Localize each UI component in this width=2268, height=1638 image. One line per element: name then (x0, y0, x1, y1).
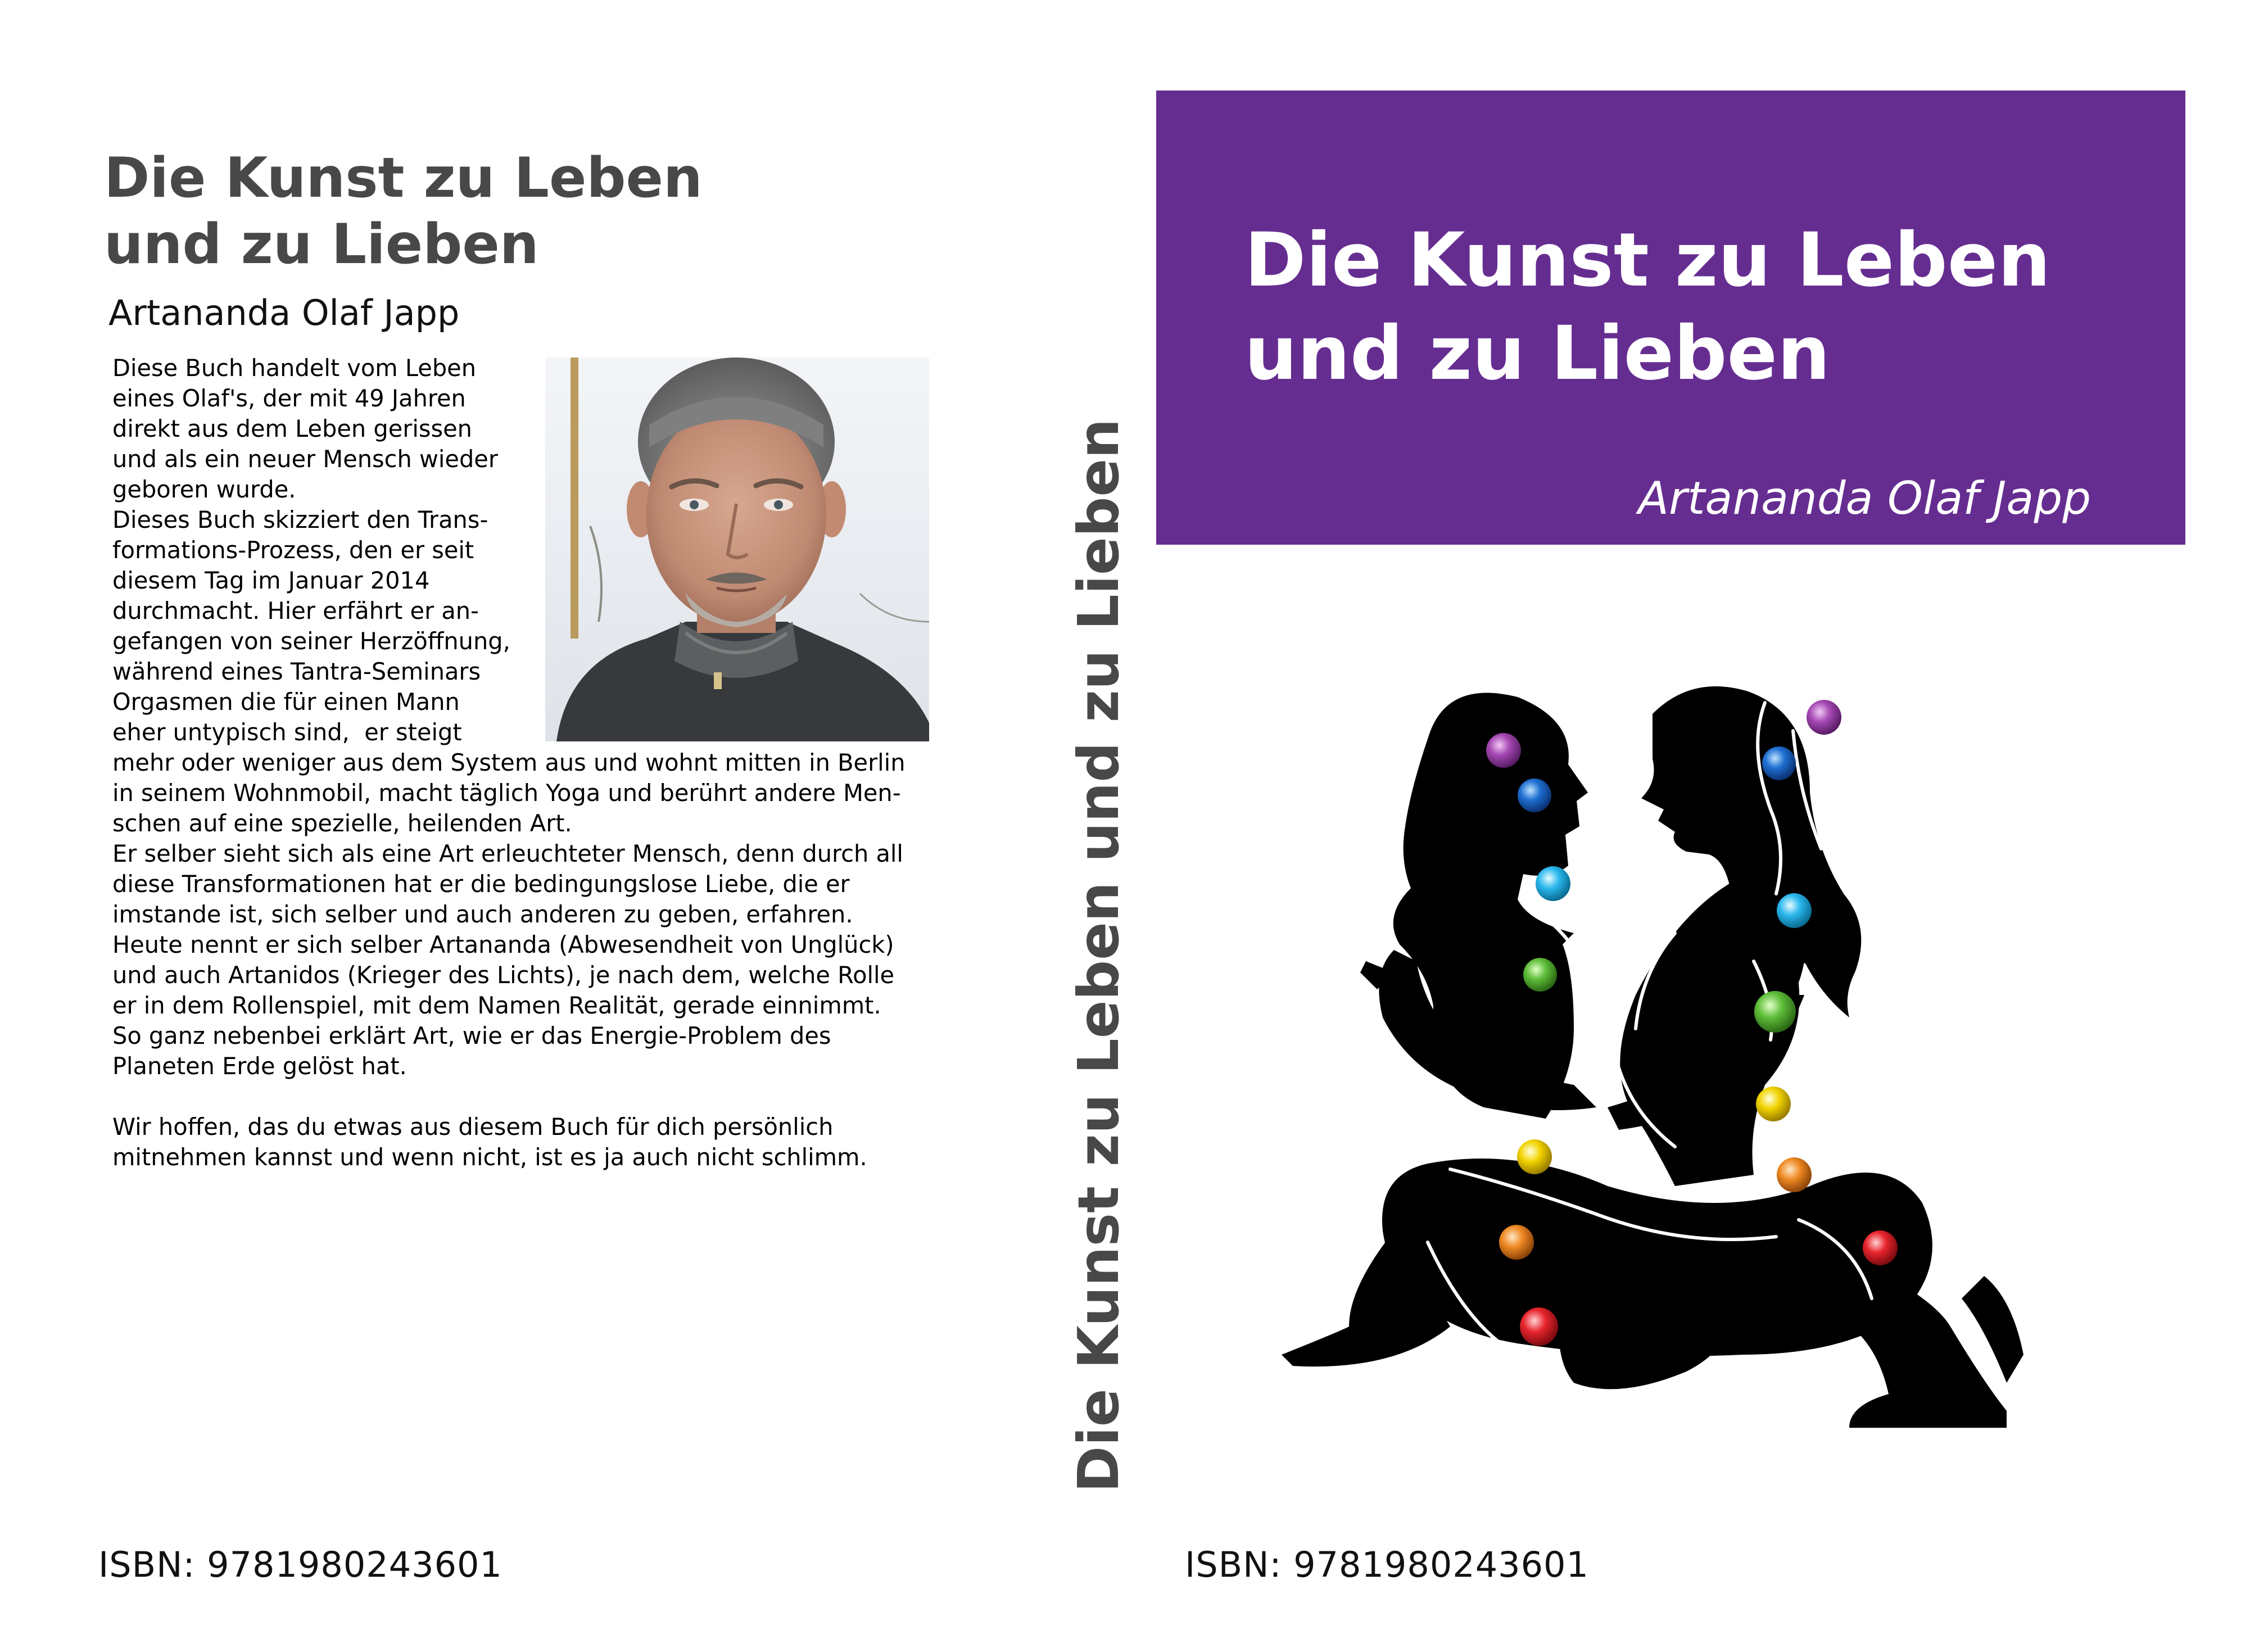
isbn-back: ISBN: 9781980243601 (98, 1544, 503, 1585)
back-cover-title: Die Kunst zu Leben und zu Lieben (104, 145, 891, 278)
back-title-line-2: und zu Lieben (104, 212, 539, 277)
blurb-line: Er selber sieht sich als eine Art erleuc… (112, 840, 903, 867)
blurb-line: mehr oder weniger aus dem System aus und… (112, 749, 906, 776)
blurb-line: schen auf eine spezielle, heilenden Art. (112, 809, 572, 837)
embracing-couple-chakra-silhouette-icon (1282, 680, 2046, 1495)
blurb-line: So ganz nebenbei erklärt Art, wie er das… (112, 1022, 831, 1049)
front-title-line-2: und zu Lieben (1244, 310, 1831, 397)
spine-title: Die Kunst zu Leben und zu Lieben (1066, 418, 1131, 1493)
blurb-line: er in dem Rollenspiel, mit dem Namen Rea… (112, 992, 881, 1019)
blurb-line: diese Transformationen hat er die beding… (112, 870, 850, 898)
back-cover-author: Artananda Olaf Japp (108, 292, 460, 333)
isbn-front: ISBN: 9781980243601 (1185, 1544, 1589, 1585)
front-cover-title: Die Kunst zu Leben und zu Lieben (1244, 214, 2050, 400)
closing-line: mitnehmen kannst und wenn nicht, ist es … (112, 1143, 867, 1171)
closing-line: Wir hoffen, das du etwas aus diesem Buch… (112, 1113, 834, 1141)
blurb-line: Planeten Erde gelöst hat. (112, 1052, 407, 1080)
back-title-line-1: Die Kunst zu Leben (104, 146, 703, 210)
blurb-line: Heute nennt er sich selber Artananda (Ab… (112, 931, 894, 958)
front-title-line-1: Die Kunst zu Leben (1244, 217, 2051, 304)
blurb-line: in seinem Wohnmobil, macht täglich Yoga … (112, 779, 901, 807)
blurb-line: und auch Artanidos (Krieger des Lichts),… (112, 961, 895, 989)
blurb-line: imstande ist, sich selber und auch ander… (112, 901, 853, 928)
front-cover-author: Artananda Olaf Japp (1638, 472, 2091, 524)
author-portrait-icon (545, 358, 929, 741)
